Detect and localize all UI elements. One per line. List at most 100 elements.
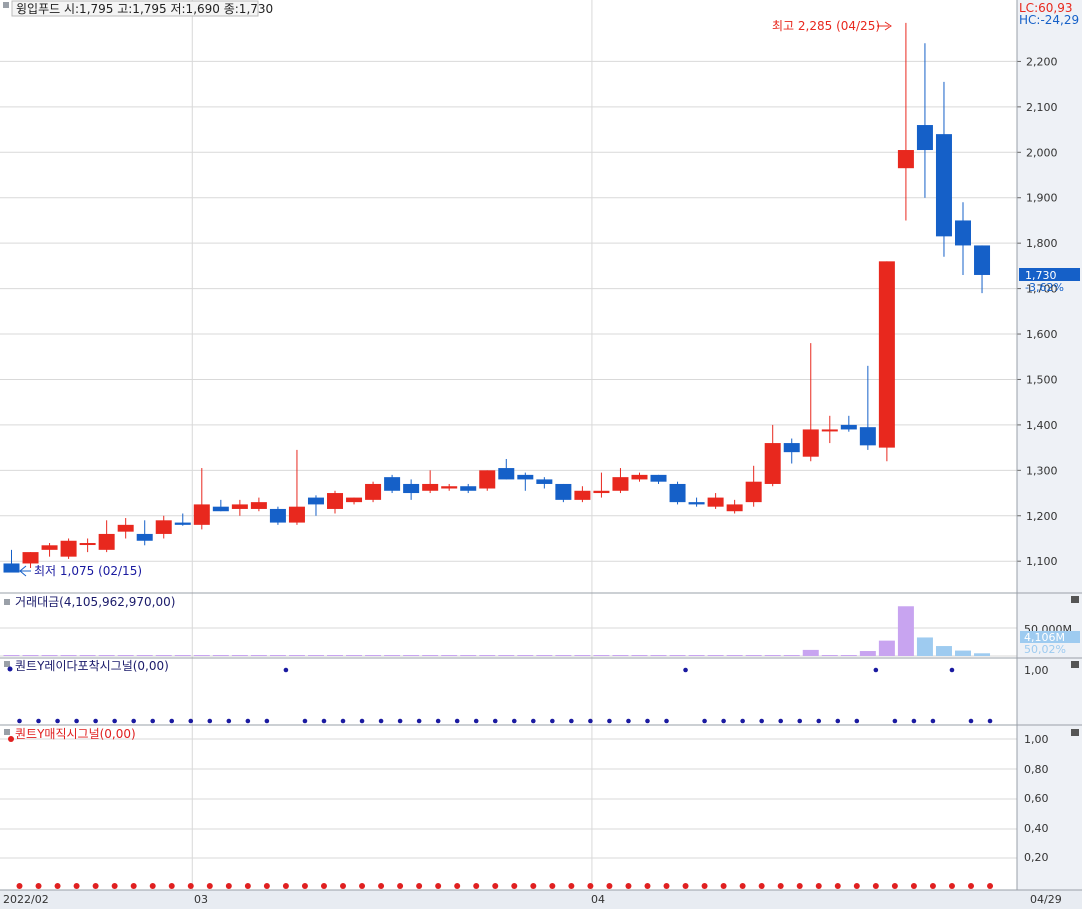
x-label-mar: 03	[194, 893, 208, 906]
candle-body	[384, 477, 401, 491]
volume-bar	[155, 655, 172, 656]
magic-signal-dot	[187, 883, 194, 889]
candle-body	[288, 506, 305, 523]
volume-bar	[840, 655, 857, 656]
magic-signal-dot	[359, 883, 366, 889]
magic-signal-dot	[606, 883, 613, 889]
panel-menu-icon[interactable]	[3, 2, 9, 8]
magic-signal-dot	[549, 883, 556, 889]
magic-signal-dot	[244, 883, 251, 889]
volume-bar	[783, 655, 800, 656]
candle-body	[935, 134, 952, 237]
radar-signal-dot	[112, 718, 117, 724]
radar-signal-dot	[207, 718, 213, 724]
volume-bar	[174, 655, 191, 656]
magic-signal-dot	[815, 883, 822, 889]
radar-signal-dot	[740, 718, 745, 724]
magic-signal-dot	[378, 883, 385, 889]
volume-bar	[955, 650, 971, 656]
price-tick-label: 2,200	[1026, 55, 1058, 68]
candle-body	[155, 520, 172, 534]
candle-body	[593, 490, 610, 494]
x-label-feb: 2022/02	[3, 893, 49, 906]
magic-signal-dot	[35, 883, 42, 889]
candle-body	[726, 504, 743, 512]
radar-signal-dot	[607, 718, 612, 724]
candle-body	[574, 490, 591, 500]
price-tick-label: 1,800	[1026, 237, 1058, 250]
magic-signal-dot	[263, 883, 270, 889]
radar-signal-dot	[321, 718, 327, 724]
magic-signal-dot	[968, 883, 974, 889]
magic-signal-dot	[454, 883, 461, 889]
candle-body	[403, 483, 420, 494]
radar-signal-dot	[873, 667, 879, 673]
volume-bar	[269, 655, 286, 656]
candle-body	[98, 533, 115, 550]
radar-signal-dot	[835, 718, 841, 724]
panel-menu-icon[interactable]	[4, 661, 10, 667]
stock-chart: 1,1001,2001,3001,4001,5001,6001,7001,800…	[0, 0, 1082, 909]
candle-body	[840, 424, 857, 430]
volume-bar	[916, 637, 933, 656]
volume-bar	[536, 655, 553, 656]
panel-close-icon[interactable]	[1071, 661, 1079, 668]
candle-body	[650, 474, 667, 482]
radar-signal-dot	[416, 718, 422, 724]
magic-signal-dot	[530, 883, 537, 889]
panel-menu-icon[interactable]	[4, 729, 10, 735]
chart-title: 윙입푸드 시:1,795 고:1,795 저:1,690 종:1,730	[16, 2, 273, 16]
volume-bar	[878, 640, 895, 656]
magic-signal-dot	[891, 883, 898, 889]
magic-signal-dot	[910, 883, 917, 889]
candle-body	[498, 468, 515, 480]
volume-panel-title: 거래대금(4,105,962,970,00)	[15, 595, 175, 609]
x-label-last: 04/29	[1030, 893, 1062, 906]
candle-body	[136, 533, 153, 541]
radar-signal-dot	[987, 718, 993, 724]
magic-tick-5: 0,20	[1024, 851, 1049, 864]
price-tick-label: 1,400	[1026, 419, 1058, 432]
candle-body	[307, 497, 324, 505]
radar-signal-dot	[511, 718, 517, 724]
magic-signal-dot	[758, 883, 765, 889]
panel-close-icon[interactable]	[1071, 596, 1079, 603]
candle-body	[3, 563, 20, 573]
candle-body	[441, 486, 458, 489]
volume-bar	[403, 655, 420, 656]
candle-body	[764, 443, 781, 484]
magic-signal-dot	[834, 883, 841, 889]
magic-signal-dot	[739, 883, 746, 889]
candle-body	[878, 261, 895, 448]
radar-signal-dot	[930, 718, 936, 724]
volume-bar	[859, 651, 876, 656]
magic-signal-dot	[701, 883, 708, 889]
candle-body	[707, 497, 724, 507]
candle-body	[688, 502, 705, 505]
radar-signal-dot	[492, 718, 498, 724]
radar-signal-dot	[550, 718, 555, 724]
volume-bar	[726, 655, 743, 656]
magic-signal-dot	[320, 883, 327, 889]
magic-signal-dot	[416, 883, 423, 889]
magic-signal-dot	[948, 883, 955, 889]
magic-signal-dot	[206, 883, 213, 889]
radar-signal-dot	[397, 718, 403, 724]
candle-body	[897, 150, 914, 169]
panel-close-icon[interactable]	[1071, 729, 1079, 736]
radar-signal-dot	[74, 718, 79, 724]
candle-body	[117, 524, 134, 532]
price-tick-label: 1,500	[1026, 373, 1058, 386]
radar-signal-dot	[378, 718, 384, 724]
magic-signal-dot	[720, 883, 727, 889]
candle-body	[365, 483, 382, 500]
volume-bar	[3, 655, 20, 656]
radar-signal-dot	[645, 718, 650, 724]
volume-bar	[136, 655, 153, 656]
volume-bar	[650, 655, 667, 656]
price-tick-label: 1,600	[1026, 328, 1058, 341]
candle-body	[460, 486, 477, 491]
panel-menu-icon[interactable]	[4, 599, 10, 605]
candle-body	[422, 483, 439, 491]
radar-signal-dot	[588, 718, 593, 724]
